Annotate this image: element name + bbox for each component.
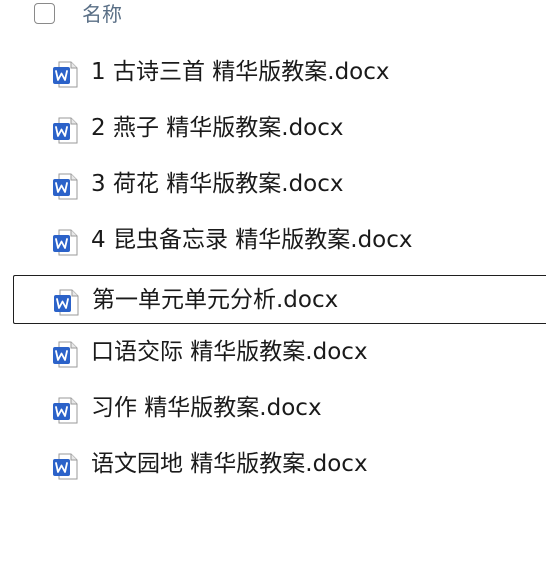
file-row[interactable]: 第一单元单元分析.docx [13,275,546,324]
file-name: 语文园地 精华版教案.docx [91,451,368,477]
word-doc-icon [53,453,79,480]
word-doc-icon [53,229,79,256]
file-row[interactable]: 4 昆虫备忘录 精华版教案.docx [13,216,546,264]
word-doc-icon [53,61,79,88]
list-header: 名称 [0,0,546,30]
select-all-checkbox[interactable] [34,3,55,24]
word-doc-icon [53,173,79,200]
file-name: 4 昆虫备忘录 精华版教案.docx [91,227,413,253]
file-name: 2 燕子 精华版教案.docx [91,115,344,141]
file-row[interactable]: 2 燕子 精华版教案.docx [13,104,546,152]
file-name: 习作 精华版教案.docx [91,395,322,421]
file-row[interactable]: 1 古诗三首 精华版教案.docx [13,48,546,96]
name-column-header[interactable]: 名称 [82,0,122,28]
file-row[interactable]: 习作 精华版教案.docx [13,384,546,432]
word-doc-icon [53,341,79,368]
file-name: 3 荷花 精华版教案.docx [91,171,344,197]
word-doc-icon [53,117,79,144]
file-row[interactable]: 语文园地 精华版教案.docx [13,440,546,488]
file-name: 第一单元单元分析.docx [92,287,339,313]
file-row[interactable]: 口语交际 精华版教案.docx [13,328,546,376]
file-row[interactable]: 3 荷花 精华版教案.docx [13,160,546,208]
word-doc-icon [54,289,80,316]
file-name: 口语交际 精华版教案.docx [91,339,368,365]
word-doc-icon [53,397,79,424]
file-name: 1 古诗三首 精华版教案.docx [91,59,390,85]
